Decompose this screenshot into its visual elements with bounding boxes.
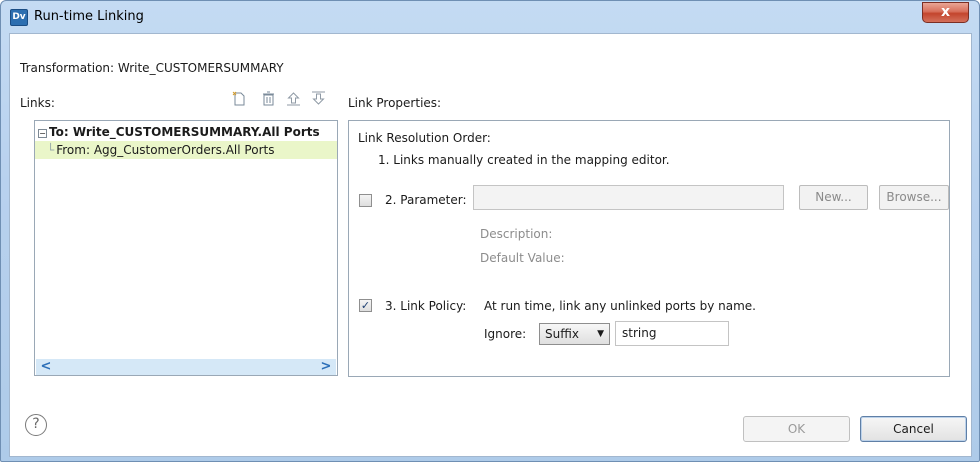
link-properties-panel: Link Resolution Order: 1. Links manually… bbox=[348, 120, 950, 377]
window-title: Run-time Linking bbox=[34, 9, 144, 24]
dialog-window: Dv Run-time Linking x Transformation: Wr… bbox=[0, 0, 980, 462]
ignore-input[interactable]: string bbox=[615, 321, 729, 346]
delete-icon[interactable] bbox=[260, 91, 277, 108]
new-button[interactable]: New... bbox=[799, 185, 868, 210]
tree-root-item[interactable]: − To: Write_CUSTOMERSUMMARY.All Ports bbox=[38, 123, 320, 141]
ignore-label: Ignore: bbox=[484, 327, 527, 341]
link-policy-text: At run time, link any unlinked ports by … bbox=[484, 299, 756, 313]
parameter-input[interactable] bbox=[473, 185, 784, 210]
chevron-down-icon: ▼ bbox=[597, 329, 604, 339]
default-value-label: Default Value: bbox=[480, 251, 565, 265]
scroll-left-icon[interactable]: < bbox=[38, 359, 54, 375]
tree-guide-icon: └ bbox=[47, 143, 55, 157]
scroll-right-icon[interactable]: > bbox=[318, 359, 334, 375]
parameter-label: 2. Parameter: bbox=[385, 193, 467, 207]
horizontal-scrollbar[interactable]: < > bbox=[36, 359, 336, 375]
move-up-icon[interactable] bbox=[285, 91, 302, 108]
tree-child-item[interactable]: └ From: Agg_CustomerOrders.All Ports bbox=[35, 141, 337, 159]
ok-button[interactable]: OK bbox=[743, 416, 850, 442]
tree-child-label: From: Agg_CustomerOrders.All Ports bbox=[56, 143, 275, 157]
transformation-label: Transformation: Write_CUSTOMERSUMMARY bbox=[20, 61, 284, 75]
resolution-item-1: 1. Links manually created in the mapping… bbox=[378, 153, 670, 167]
description-label: Description: bbox=[480, 227, 553, 241]
title-bar[interactable]: Dv Run-time Linking x bbox=[1, 1, 979, 33]
browse-button[interactable]: Browse... bbox=[879, 185, 949, 210]
help-icon[interactable]: ? bbox=[25, 414, 47, 436]
tree-root-label: To: Write_CUSTOMERSUMMARY.All Ports bbox=[49, 125, 320, 139]
parameter-checkbox[interactable] bbox=[359, 194, 372, 207]
link-properties-label: Link Properties: bbox=[348, 96, 442, 110]
new-link-icon[interactable] bbox=[231, 91, 248, 108]
links-tree[interactable]: − To: Write_CUSTOMERSUMMARY.All Ports └ Fr… bbox=[34, 120, 338, 376]
collapse-toggle-icon[interactable]: − bbox=[38, 129, 47, 138]
link-policy-checkbox[interactable]: ✓ bbox=[359, 299, 372, 312]
link-policy-label: 3. Link Policy: bbox=[385, 299, 467, 313]
links-label: Links: bbox=[20, 96, 55, 110]
dialog-content: Transformation: Write_CUSTOMERSUMMARY Li… bbox=[9, 33, 972, 457]
ignore-select[interactable]: Suffix ▼ bbox=[539, 323, 610, 345]
close-button[interactable]: x bbox=[922, 2, 969, 23]
move-down-icon[interactable] bbox=[310, 91, 327, 108]
ignore-select-value: Suffix bbox=[545, 327, 579, 341]
resolution-order-label: Link Resolution Order: bbox=[358, 131, 491, 145]
app-icon: Dv bbox=[10, 9, 28, 26]
cancel-button[interactable]: Cancel bbox=[860, 416, 967, 442]
